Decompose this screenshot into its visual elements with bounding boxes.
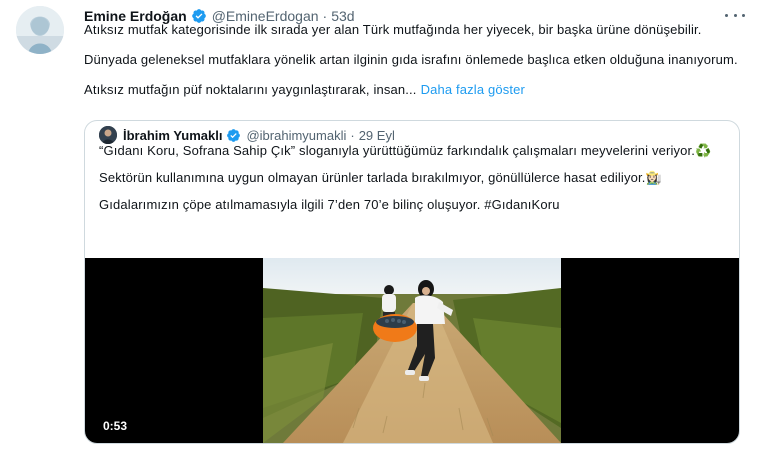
tweet-paragraph: Atıksız mutfağın püf noktalarını yaygınl… [84,82,744,97]
video-player[interactable]: 0:53 [85,258,739,443]
more-options-icon[interactable] [725,9,745,21]
quote-author-name[interactable]: İbrahim Yumaklı [123,128,222,143]
quote-text: “Gıdanı Koru, Sofrana Sahip Çık” sloganı… [99,143,719,224]
video-duration: 0:53 [103,419,128,433]
quote-paragraph: Gıdalarımızın çöpe atılmamasıyla ilgili … [99,197,560,212]
tweet-paragraph: Dünyada geleneksel mutfaklara yönelik ar… [84,52,738,67]
quoted-tweet[interactable]: İbrahim Yumaklı @ibrahimyumakli · 29 Eyl… [84,120,740,444]
verified-badge-icon [226,128,241,143]
quote-author-avatar[interactable] [99,126,117,144]
quote-author-handle[interactable]: @ibrahimyumakli [246,128,346,143]
tweet-text: Atıksız mutfak kategorisinde ilk sırada … [84,22,744,112]
quote-paragraph: “Gıdanı Koru, Sofrana Sahip Çık” sloganı… [99,143,712,158]
show-more-link[interactable]: Daha fazla göster [421,82,525,97]
tweet-paragraph-text: Atıksız mutfağın püf noktalarını yaygınl… [84,82,417,97]
quote-header: İbrahim Yumaklı @ibrahimyumakli · 29 Eyl [99,126,395,144]
author-avatar-image [16,6,64,54]
quote-paragraph: Sektörün kullanımına uygun olmayan ürünl… [99,170,662,185]
separator-dot: · [350,127,355,143]
quote-timestamp[interactable]: 29 Eyl [359,128,395,143]
video-thumbnail[interactable] [263,258,561,443]
author-avatar[interactable] [16,6,64,54]
tweet-paragraph: Atıksız mutfak kategorisinde ilk sırada … [84,22,702,37]
